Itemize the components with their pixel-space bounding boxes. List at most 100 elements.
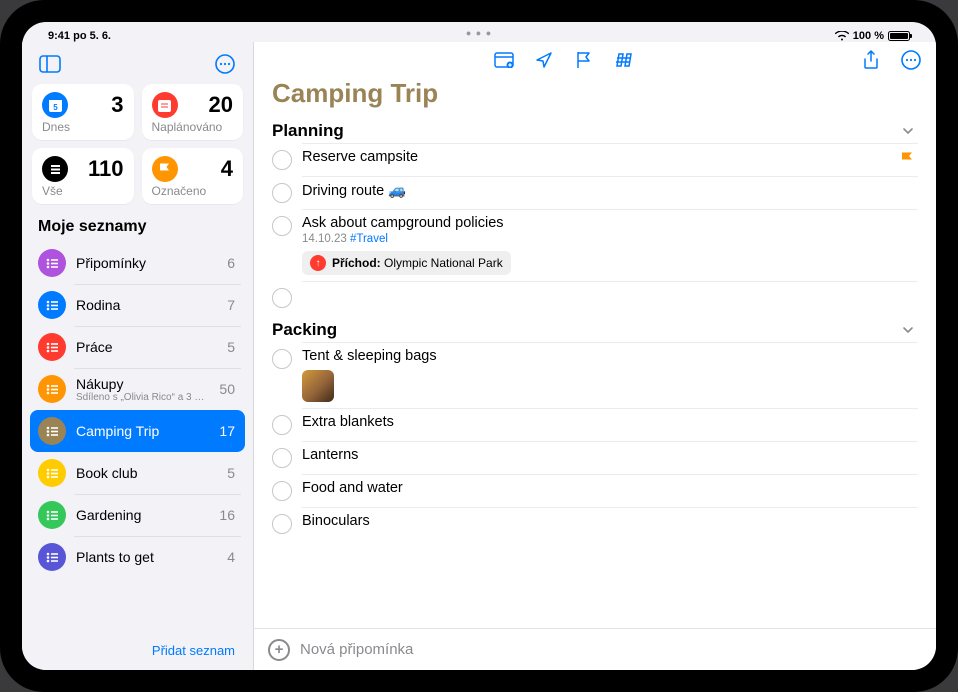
smart-card-dnes[interactable]: 5 3 Dnes [32,84,134,140]
sidebar-list-item[interactable]: Připomínky 6 [30,242,245,284]
reminder-row[interactable] [262,281,928,314]
status-time: 9:41 [48,30,70,42]
section-collapse-button[interactable] [902,324,914,336]
list-icon [38,249,66,277]
smart-card-naplánováno[interactable]: 20 Naplánováno [142,84,244,140]
flag-icon [900,151,914,167]
screen: 5 3 Dnes 20 Naplánováno 110 Vše 4 Označe… [22,22,936,670]
reminder-row[interactable]: Food and water [262,474,928,507]
tag-button[interactable] [613,49,635,71]
sidebar-list-item[interactable]: Book club 5 [30,452,245,494]
reminder-row[interactable]: Driving route 🚙 [262,176,928,209]
complete-toggle[interactable] [272,415,292,435]
list-count: 5 [227,339,235,355]
list-count: 4 [227,549,235,565]
main-more-button[interactable] [900,49,922,71]
list-name: Gardening [76,507,209,523]
list-count: 50 [219,381,235,397]
sidebar: 5 3 Dnes 20 Naplánováno 110 Vše 4 Označe… [22,42,254,670]
list-name: Rodina [76,297,217,313]
reminder-thumbnail[interactable] [302,370,334,402]
sidebar-toggle-button[interactable] [36,50,64,78]
sidebar-more-button[interactable] [211,50,239,78]
complete-toggle[interactable] [272,183,292,203]
complete-toggle[interactable] [272,481,292,501]
bottom-bar: + Nová připomínka [254,628,936,670]
reminder-subtitle: 14.10.23 #Travel [302,233,918,245]
reminder-title[interactable]: Ask about campground policies [302,215,918,231]
list-count: 17 [219,423,235,439]
complete-toggle[interactable] [272,448,292,468]
reminder-title[interactable]: Lanterns [302,447,918,463]
sidebar-list-item[interactable]: Gardening 16 [30,494,245,536]
section-title[interactable]: Packing [272,320,337,340]
reminder-title[interactable]: Food and water [302,480,918,496]
template-button[interactable] [493,49,515,71]
location-pill-icon: ↑ [310,255,326,271]
smart-card-označeno[interactable]: 4 Označeno [142,148,244,204]
complete-toggle[interactable] [272,514,292,534]
status-left: 9:41 po 5. 6. [48,30,111,42]
flag-button[interactable] [573,49,595,71]
list-name: Book club [76,465,217,481]
main-pane: Camping Trip Planning Reserve campsite D… [254,42,936,670]
list-subtitle: Sdíleno s „Olivia Rico“ a 3 dal… [76,392,209,403]
smart-card-count: 20 [209,92,233,118]
reminders-app: 5 3 Dnes 20 Naplánováno 110 Vše 4 Označe… [22,42,936,670]
status-right: 100 % [835,30,910,42]
section-title[interactable]: Planning [272,121,344,141]
toolbar [254,42,936,78]
reminder-row[interactable]: Reserve campsite [262,143,928,176]
section-collapse-button[interactable] [902,125,914,137]
reminder-title[interactable]: Reserve campsite [302,149,918,165]
multitask-dots[interactable]: ● ● ● [466,28,492,38]
sidebar-list-item[interactable]: Nákupy Sdíleno s „Olivia Rico“ a 3 dal… … [30,368,245,410]
new-reminder-label[interactable]: Nová připomínka [300,641,413,658]
sidebar-list-item[interactable]: Práce 5 [30,326,245,368]
sidebar-list-item[interactable]: Camping Trip 17 [30,410,245,452]
smart-card-icon [152,156,178,182]
reminder-title[interactable]: Extra blankets [302,414,918,430]
reminder-title[interactable]: Binoculars [302,513,918,529]
reminder-tag[interactable]: #Travel [350,233,388,245]
smart-card-label: Označeno [152,184,234,198]
complete-toggle[interactable] [272,150,292,170]
location-pill[interactable]: ↑ Příchod: Olympic National Park [302,251,511,275]
sidebar-list-item[interactable]: Rodina 7 [30,284,245,326]
smart-card-vše[interactable]: 110 Vše [32,148,134,204]
reminder-title[interactable]: Driving route 🚙 [302,182,918,199]
list-name: Nákupy [76,376,209,392]
list-name: Camping Trip [76,423,209,439]
list-icon [38,459,66,487]
complete-toggle[interactable] [272,288,292,308]
share-button[interactable] [860,49,882,71]
list-icon [38,543,66,571]
my-lists-heading: Moje seznamy [30,204,245,242]
list-count: 7 [227,297,235,313]
smart-card-icon [42,156,68,182]
smart-card-count: 4 [221,156,233,182]
list-name: Práce [76,339,217,355]
reminder-row[interactable]: Ask about campground policies 14.10.23 #T… [262,209,928,281]
reminder-row[interactable]: Tent & sleeping bags [262,342,928,408]
smart-card-label: Dnes [42,120,124,134]
list-icon [38,501,66,529]
reminder-row[interactable]: Binoculars [262,507,928,540]
wifi-icon [835,31,849,41]
battery-text: 100 % [853,30,884,42]
sidebar-list-item[interactable]: Plants to get 4 [30,536,245,578]
smart-card-count: 3 [111,92,123,118]
location-button[interactable] [533,49,555,71]
list-icon [38,375,66,403]
new-reminder-button[interactable]: + [268,639,290,661]
complete-toggle[interactable] [272,216,292,236]
reminder-row[interactable]: Lanterns [262,441,928,474]
complete-toggle[interactable] [272,349,292,369]
smart-card-icon: 5 [42,92,68,118]
smart-card-label: Naplánováno [152,120,234,134]
list-icon [38,417,66,445]
list-title: Camping Trip [254,78,936,115]
reminder-title[interactable]: Tent & sleeping bags [302,348,918,364]
reminder-row[interactable]: Extra blankets [262,408,928,441]
add-list-button[interactable]: Přidat seznam [152,643,235,658]
